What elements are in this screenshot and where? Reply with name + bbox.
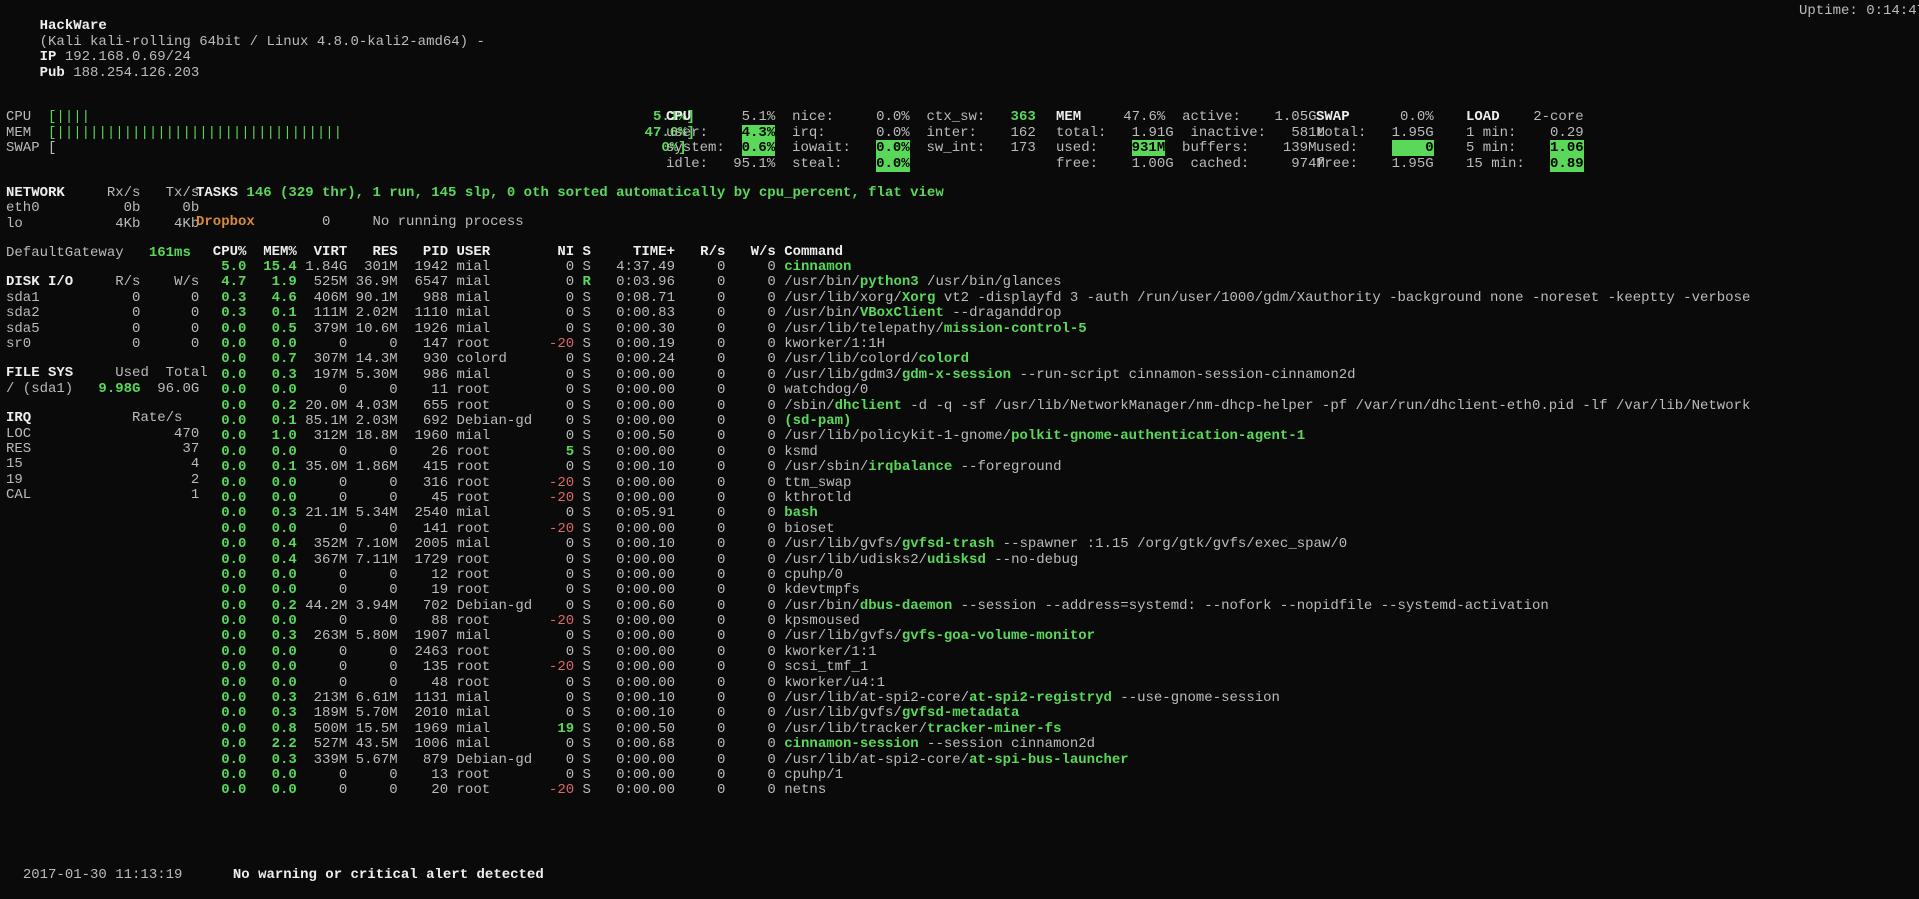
- sidebar: NETWORK Rx/s Tx/s eth0 0b 0blo 4Kb 4Kb D…: [6, 186, 196, 799]
- process-row[interactable]: 0.0 0.0 0 0 13 root 0 S 0:00.00 0 0 cpuh…: [196, 768, 1750, 783]
- irq-row: RES 37: [6, 442, 196, 457]
- process-row[interactable]: 0.0 0.8 500M 15.5M 1969 mial 19 S 0:00.5…: [196, 722, 1750, 737]
- process-row[interactable]: 0.0 2.2 527M 43.5M 1006 mial 0 S 0:00.68…: [196, 737, 1750, 752]
- process-row[interactable]: 0.0 0.5 379M 10.6M 1926 mial 0 S 0:00.30…: [196, 322, 1750, 337]
- process-row[interactable]: 0.0 0.0 0 0 45 root -20 S 0:00.00 0 0 kt…: [196, 491, 1750, 506]
- disk-row: sda2 0 0: [6, 306, 196, 321]
- process-row[interactable]: 0.0 0.0 0 0 26 root 5 S 0:00.00 0 0 ksmd: [196, 445, 1750, 460]
- process-row[interactable]: 0.0 0.0 0 0 48 root 0 S 0:00.00 0 0 kwor…: [196, 676, 1750, 691]
- fs-row: / (sda1) 9.98G 96.0G: [6, 382, 196, 397]
- process-row[interactable]: 0.0 0.3 189M 5.70M 2010 mial 0 S 0:00.10…: [196, 706, 1750, 721]
- process-row[interactable]: 0.0 0.1 35.0M 1.86M 415 root 0 S 0:00.10…: [196, 460, 1750, 475]
- process-row[interactable]: 0.0 0.0 0 0 316 root -20 S 0:00.00 0 0 t…: [196, 476, 1750, 491]
- process-row[interactable]: 0.0 0.0 0 0 88 root -20 S 0:00.00 0 0 kp…: [196, 614, 1750, 629]
- process-row[interactable]: 0.0 1.0 312M 18.8M 1960 mial 0 S 0:00.50…: [196, 429, 1750, 444]
- footer: 2017-01-30 11:13:19 No warning or critic…: [6, 852, 544, 883]
- process-row[interactable]: 0.0 0.3 263M 5.80M 1907 mial 0 S 0:00.00…: [196, 629, 1750, 644]
- process-row[interactable]: 0.0 0.4 367M 7.11M 1729 root 0 S 0:00.00…: [196, 553, 1750, 568]
- ip-label: IP: [40, 49, 57, 65]
- stats-row: CPU [|||| 5.1%] MEM [|||||||||||||||||||…: [6, 110, 1919, 172]
- process-row[interactable]: 0.0 0.0 0 0 11 root 0 S 0:00.00 0 0 watc…: [196, 383, 1750, 398]
- hostname: HackWare: [40, 18, 107, 34]
- dropbox-label: Dropbox: [196, 214, 255, 230]
- process-row[interactable]: 0.0 0.2 44.2M 3.94M 702 Debian-gd 0 S 0:…: [196, 599, 1750, 614]
- disk-row: sda1 0 0: [6, 291, 196, 306]
- process-row[interactable]: 0.0 0.1 85.1M 2.03M 692 Debian-gd 0 S 0:…: [196, 414, 1750, 429]
- irq-row: 15 4: [6, 457, 196, 472]
- process-row[interactable]: 0.0 0.3 21.1M 5.34M 2540 mial 0 S 0:05.9…: [196, 506, 1750, 521]
- process-row[interactable]: 0.0 0.3 339M 5.67M 879 Debian-gd 0 S 0:0…: [196, 753, 1750, 768]
- process-row[interactable]: 0.0 0.0 0 0 141 root -20 S 0:00.00 0 0 b…: [196, 522, 1750, 537]
- process-row[interactable]: 0.0 0.0 0 0 12 root 0 S 0:00.00 0 0 cpuh…: [196, 568, 1750, 583]
- proc-header: CPU% MEM% VIRT RES PID USER NI S TIME+ R…: [196, 245, 1750, 260]
- process-row[interactable]: 0.0 0.2 20.0M 4.03M 655 root 0 S 0:00.00…: [196, 399, 1750, 414]
- process-row[interactable]: 0.0 0.4 352M 7.10M 2005 mial 0 S 0:00.10…: [196, 537, 1750, 552]
- process-row[interactable]: 0.0 0.0 0 0 20 root -20 S 0:00.00 0 0 ne…: [196, 783, 1750, 798]
- process-row[interactable]: 0.3 4.6 406M 90.1M 988 mial 0 S 0:08.71 …: [196, 291, 1750, 306]
- process-row[interactable]: 0.0 0.0 0 0 2463 root 0 S 0:00.00 0 0 kw…: [196, 645, 1750, 660]
- process-row[interactable]: 0.0 0.0 0 0 19 root 0 S 0:00.00 0 0 kdev…: [196, 583, 1750, 598]
- net-row: eth0 0b 0b: [6, 201, 196, 216]
- process-row[interactable]: 0.0 0.3 197M 5.30M 986 mial 0 S 0:00.00 …: [196, 368, 1750, 383]
- process-area: TASKS 146 (329 thr), 1 run, 145 slp, 0 o…: [196, 186, 1919, 799]
- process-row[interactable]: 4.7 1.9 525M 36.9M 6547 mial 0 R 0:03.96…: [196, 275, 1750, 290]
- disk-row: sr0 0 0: [6, 337, 196, 352]
- irq-row: LOC 470: [6, 427, 196, 442]
- process-row[interactable]: 0.0 0.3 213M 6.61M 1131 mial 0 S 0:00.10…: [196, 691, 1750, 706]
- net-row: lo 4Kb 4Kb: [6, 217, 196, 232]
- uptime: 0:14:47: [1866, 3, 1919, 19]
- process-table[interactable]: CPU% MEM% VIRT RES PID USER NI S TIME+ R…: [196, 245, 1750, 799]
- process-row[interactable]: 0.3 0.1 111M 2.02M 1110 mial 0 S 0:00.83…: [196, 306, 1750, 321]
- pub-label: Pub: [40, 65, 65, 81]
- process-row[interactable]: 0.0 0.0 0 0 147 root -20 S 0:00.19 0 0 k…: [196, 337, 1750, 352]
- process-row[interactable]: 0.0 0.7 307M 14.3M 930 colord 0 S 0:00.2…: [196, 352, 1750, 367]
- irq-row: CAL 1: [6, 488, 196, 503]
- process-row[interactable]: 0.0 0.0 0 0 135 root -20 S 0:00.00 0 0 s…: [196, 660, 1750, 675]
- disk-row: sda5 0 0: [6, 322, 196, 337]
- irq-row: 19 2: [6, 473, 196, 488]
- process-row[interactable]: 5.0 15.4 1.84G 301M 1942 mial 0 S 4:37.4…: [196, 260, 1750, 275]
- header-bar: HackWare (Kali kali-rolling 64bit / Linu…: [6, 4, 1919, 96]
